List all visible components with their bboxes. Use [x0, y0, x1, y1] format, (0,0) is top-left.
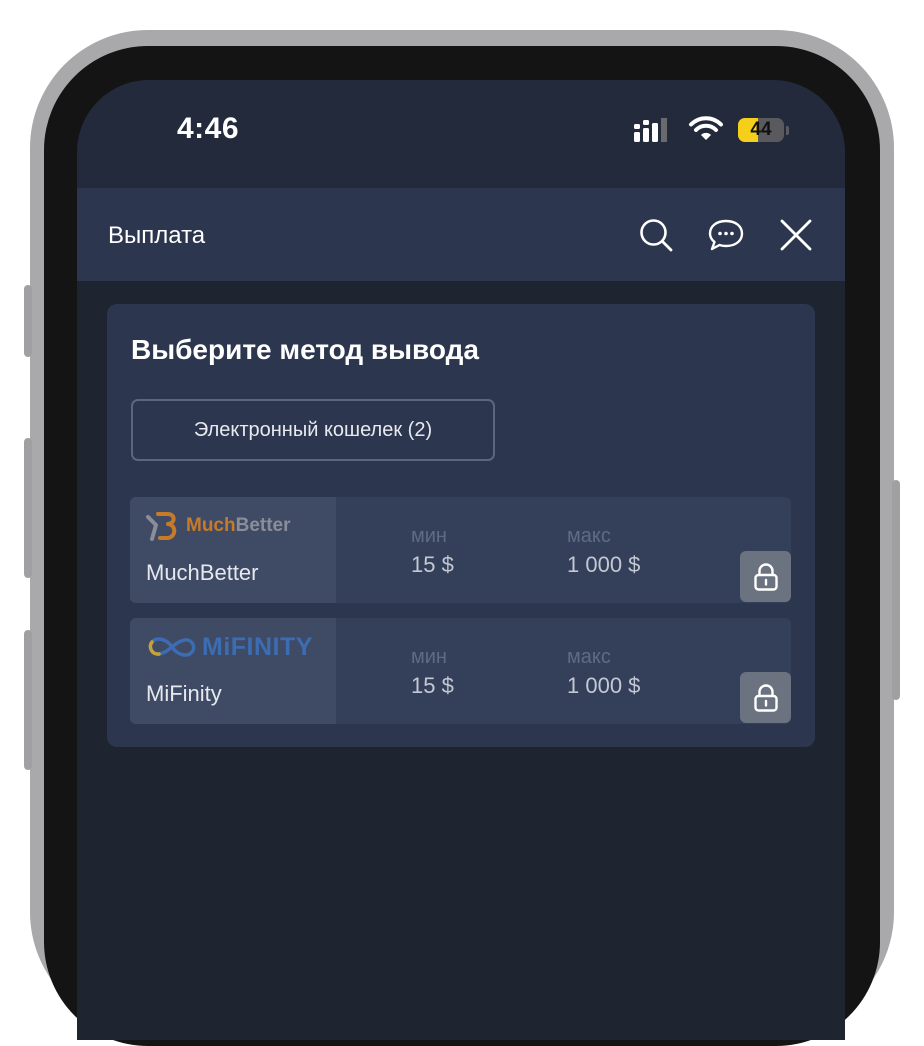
status-icons: 44 [632, 116, 789, 144]
max-label: макс [567, 646, 611, 668]
min-label: мин [411, 525, 447, 547]
app-header: Выплата [77, 188, 845, 281]
phone-power-button [892, 480, 900, 700]
method-row-muchbetter[interactable]: Much Better MuchBetter мин 15 $ макс 1 00… [130, 497, 791, 603]
wifi-icon [689, 116, 723, 140]
muchbetter-logo: Much Better [146, 511, 291, 541]
method-row-mifinity[interactable]: MiFINITY MiFinity мин 15 $ макс 1 000 $ [130, 618, 791, 724]
lock-icon [753, 683, 778, 712]
logo-text-better: Better [235, 515, 291, 536]
chat-button[interactable] [707, 216, 745, 254]
mifinity-logo: MiFINITY [146, 632, 313, 662]
withdrawal-method-card: Выберите метод вывода Электронный кошеле… [107, 304, 815, 747]
method-logo-area: Much Better MuchBetter [130, 497, 336, 603]
chat-icon [708, 219, 744, 251]
phone-volume-down-button [24, 630, 32, 770]
phone-screen: 4:46 44 Выплата Выберите метод вывода Эл… [77, 80, 845, 1040]
min-label: мин [411, 646, 447, 668]
page-title: Выплата [108, 222, 206, 249]
max-label: макс [567, 525, 611, 547]
card-title: Выберите метод вывода [131, 334, 479, 365]
method-name: MiFinity [146, 681, 222, 706]
status-bar: 4:46 44 [77, 80, 845, 188]
method-logo-area: MiFINITY MiFinity [130, 618, 336, 724]
lock-icon [753, 562, 778, 591]
search-icon [640, 219, 673, 252]
filter-chip-ewallet[interactable]: Электронный кошелек (2) [131, 399, 495, 461]
logo-text-much: Much [186, 515, 236, 536]
header-actions [637, 216, 815, 254]
battery-icon: 44 [738, 118, 784, 142]
battery-level: 44 [750, 119, 772, 140]
signal-icon [634, 118, 667, 142]
close-button[interactable] [777, 216, 815, 254]
mifinity-logo-icon [148, 637, 196, 657]
lock-button[interactable] [740, 672, 791, 723]
muchbetter-logo-icon [146, 512, 177, 541]
min-value: 15 $ [411, 673, 454, 698]
lock-button[interactable] [740, 551, 791, 602]
max-value: 1 000 $ [567, 552, 641, 577]
logo-text-mifinity: MiFINITY [202, 632, 313, 661]
phone-volume-up-button [24, 438, 32, 578]
status-time: 4:46 [177, 112, 240, 145]
max-value: 1 000 $ [567, 673, 641, 698]
search-button[interactable] [637, 216, 675, 254]
method-name: MuchBetter [146, 560, 259, 585]
min-value: 15 $ [411, 552, 454, 577]
phone-side-button [24, 285, 32, 357]
close-icon [780, 219, 812, 251]
